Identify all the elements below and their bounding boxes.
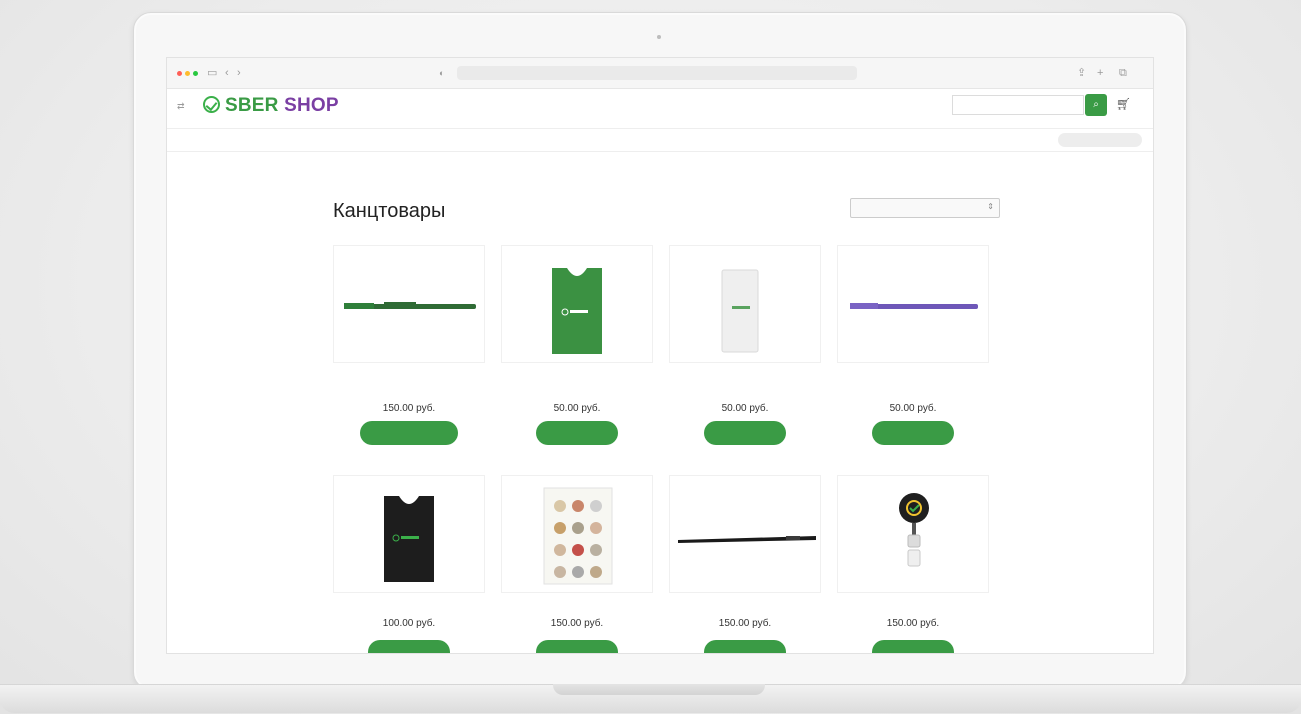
buy-button[interactable] [872, 421, 954, 445]
logo-sber-text: SBER [225, 95, 279, 116]
pen-green-image [344, 302, 476, 309]
sidebar-toggle-icon[interactable]: ▭ [207, 67, 217, 79]
cart-icon[interactable]: 🛒︎ [1116, 97, 1131, 111]
product-image[interactable] [501, 245, 653, 363]
card-holder-clear-image [721, 269, 759, 353]
back-icon[interactable]: ‹ [225, 67, 229, 79]
add-to-cart-button[interactable] [360, 421, 458, 445]
logo-shop-text: SHOP [284, 95, 339, 116]
maximize-window-icon[interactable] [193, 71, 198, 76]
new-tab-icon[interactable]: + [1097, 67, 1103, 79]
product-image[interactable] [333, 475, 485, 593]
browser-screen: ▭ ‹ › ◐ ⇪ + ⧉ ⇄ SBER SHOP ⌕ 🛒︎ Канцтовар… [166, 57, 1154, 654]
product-price: 150.00 руб. [718, 618, 772, 629]
privacy-shield-icon[interactable]: ◐ [439, 67, 444, 79]
laptop-notch [553, 684, 765, 695]
badge-reel-image [899, 493, 929, 567]
product-image[interactable] [837, 475, 989, 593]
browser-toolbar: ▭ ‹ › ◐ ⇪ + ⧉ [167, 58, 1153, 89]
search-input[interactable] [952, 95, 1084, 115]
sticker-sheet-image [543, 487, 613, 585]
card-holder-green-image [552, 268, 602, 354]
minimize-window-icon[interactable] [185, 71, 190, 76]
product-image[interactable] [669, 475, 821, 593]
product-image[interactable] [837, 245, 989, 363]
buy-button[interactable] [704, 640, 786, 653]
product-price: 150.00 руб. [382, 403, 436, 414]
card-holder-black-image [384, 496, 434, 582]
page-title: Канцтовары [333, 200, 446, 222]
search-button[interactable]: ⌕ [1085, 94, 1107, 116]
product-price: 150.00 руб. [550, 618, 604, 629]
site-logo[interactable]: SBER SHOP [225, 95, 339, 117]
close-window-icon[interactable] [177, 71, 182, 76]
menu-icon[interactable]: ⇄ [177, 101, 185, 112]
site-header: ⇄ SBER SHOP ⌕ 🛒︎ [167, 89, 1153, 127]
forward-icon[interactable]: › [237, 67, 241, 79]
tabs-overview-icon[interactable]: ⧉ [1119, 67, 1127, 79]
buy-button[interactable] [536, 421, 618, 445]
product-price: 100.00 руб. [382, 618, 436, 629]
buy-button[interactable] [872, 640, 954, 653]
product-image[interactable] [669, 245, 821, 363]
callback-button[interactable] [1058, 133, 1142, 147]
buy-button[interactable] [704, 421, 786, 445]
product-price: 50.00 руб. [889, 403, 937, 414]
pencil-black-image [678, 536, 816, 543]
buy-button[interactable] [536, 640, 618, 653]
sort-select[interactable]: ⇕ [850, 198, 1000, 218]
chevron-updown-icon: ⇕ [987, 202, 994, 211]
product-price: 50.00 руб. [553, 403, 601, 414]
product-image[interactable] [333, 245, 485, 363]
product-price: 150.00 руб. [886, 618, 940, 629]
category-nav [167, 128, 1153, 152]
pen-purple-image [850, 303, 978, 309]
share-icon[interactable]: ⇪ [1077, 67, 1086, 79]
camera-dot [657, 35, 661, 39]
address-bar[interactable] [457, 66, 857, 80]
product-price: 50.00 руб. [721, 403, 769, 414]
buy-button[interactable] [368, 640, 450, 653]
sber-logo-icon[interactable] [203, 96, 220, 113]
product-image[interactable] [501, 475, 653, 593]
search-icon: ⌕ [1093, 99, 1099, 110]
